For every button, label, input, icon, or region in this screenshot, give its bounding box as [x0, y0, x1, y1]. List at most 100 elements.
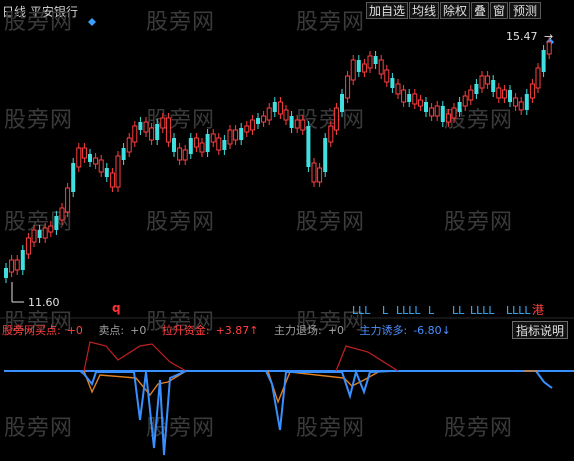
candle — [37, 230, 42, 238]
legend-lure: 主力诱多: -6.80↓ — [359, 324, 451, 337]
candle — [390, 78, 395, 88]
candle — [199, 142, 205, 153]
candle — [121, 148, 126, 160]
candle — [457, 102, 462, 112]
candle — [333, 107, 339, 131]
candle — [434, 105, 440, 117]
l-marker: L — [428, 304, 435, 317]
candle — [524, 94, 529, 110]
indicator-lines — [4, 341, 574, 456]
candle — [216, 137, 222, 151]
candlestick-chart: 15.47 → 11.60 q LLL L LLLL L LL LLLL LLL… — [0, 18, 574, 456]
candle — [429, 107, 435, 117]
chart-window: 日线 平安银行 加自选 均线 除权 叠 窗 预测 股旁网 股旁网 股旁网 股旁网… — [0, 0, 574, 461]
candle — [88, 154, 92, 162]
candle — [109, 172, 115, 188]
candle — [31, 229, 37, 243]
candle — [104, 168, 109, 177]
candle — [384, 69, 390, 83]
candle — [266, 107, 272, 121]
legend-sell: 卖点: +0 — [98, 324, 147, 337]
candle — [367, 55, 373, 69]
red-indicator-line — [83, 341, 187, 372]
candle — [4, 268, 8, 278]
candle — [373, 56, 378, 64]
candle — [513, 97, 519, 107]
candle — [160, 117, 166, 129]
blue-indicator-line — [79, 368, 553, 456]
candle — [244, 125, 250, 133]
candle — [501, 89, 507, 99]
l-marker: L — [382, 304, 389, 317]
candle — [306, 126, 311, 167]
candle — [25, 237, 31, 255]
candles — [4, 37, 552, 283]
candle — [132, 125, 138, 143]
candle — [462, 95, 468, 107]
low-price-label: 11.60 — [28, 296, 60, 309]
candle — [328, 125, 334, 143]
candle — [9, 259, 15, 273]
candle — [294, 119, 300, 129]
candle — [76, 147, 82, 168]
l-marker: LLLL — [506, 304, 531, 317]
candle — [261, 115, 267, 123]
l-marker: LLL — [352, 304, 371, 317]
candle — [395, 83, 401, 95]
candle — [115, 155, 121, 188]
candle — [546, 41, 552, 55]
candle — [172, 138, 176, 152]
legend-pull-up: 拉升资金: +3.87↑ — [161, 324, 259, 337]
candle — [71, 163, 76, 192]
candle — [479, 75, 485, 89]
candle — [256, 118, 260, 124]
candle — [518, 101, 524, 111]
candle — [283, 109, 289, 121]
candle — [222, 140, 227, 150]
candle — [98, 159, 104, 173]
orange-indicator-line — [83, 370, 381, 405]
candle — [508, 90, 512, 102]
candle — [361, 63, 367, 73]
candle — [345, 75, 351, 99]
candle — [155, 124, 160, 140]
candle — [323, 138, 328, 172]
candle — [424, 102, 428, 112]
l-marker: LLLL — [396, 304, 421, 317]
candle — [182, 149, 188, 161]
indicator-legend: 股旁网买点: +0 卖点: +0 拉升资金: +3.87↑ 主力退场: +0 主力诱多:… — [2, 322, 463, 338]
candle — [496, 87, 502, 99]
diamond-marker — [88, 18, 96, 26]
legend-exit: 主力退场: +0 — [274, 324, 344, 337]
candle — [126, 137, 132, 153]
legend-buy: 股旁网买点: +0 — [2, 324, 83, 337]
red-indicator-line — [335, 345, 399, 372]
candle — [48, 225, 54, 233]
indicator-help-button[interactable]: 指标说明 — [512, 321, 568, 339]
q-marker: q — [112, 301, 121, 315]
candle — [401, 89, 407, 103]
candle — [20, 250, 25, 270]
candle — [42, 227, 48, 239]
candle — [340, 94, 344, 112]
candle — [311, 162, 317, 183]
candle — [485, 75, 491, 85]
candle — [350, 59, 356, 81]
candle — [474, 84, 479, 94]
candle — [535, 67, 541, 89]
candle — [417, 99, 423, 107]
candle — [541, 50, 546, 72]
candle — [193, 137, 199, 148]
candle — [468, 89, 474, 101]
candle — [59, 207, 65, 221]
candle — [440, 106, 445, 122]
candle — [529, 83, 535, 99]
candle — [205, 134, 210, 152]
candle — [378, 59, 384, 75]
candle — [239, 128, 244, 140]
candle — [233, 129, 239, 141]
candle — [93, 157, 99, 165]
hk-marker: 港 — [532, 303, 544, 317]
arrow-icon: → — [544, 30, 553, 43]
candle — [412, 93, 418, 105]
